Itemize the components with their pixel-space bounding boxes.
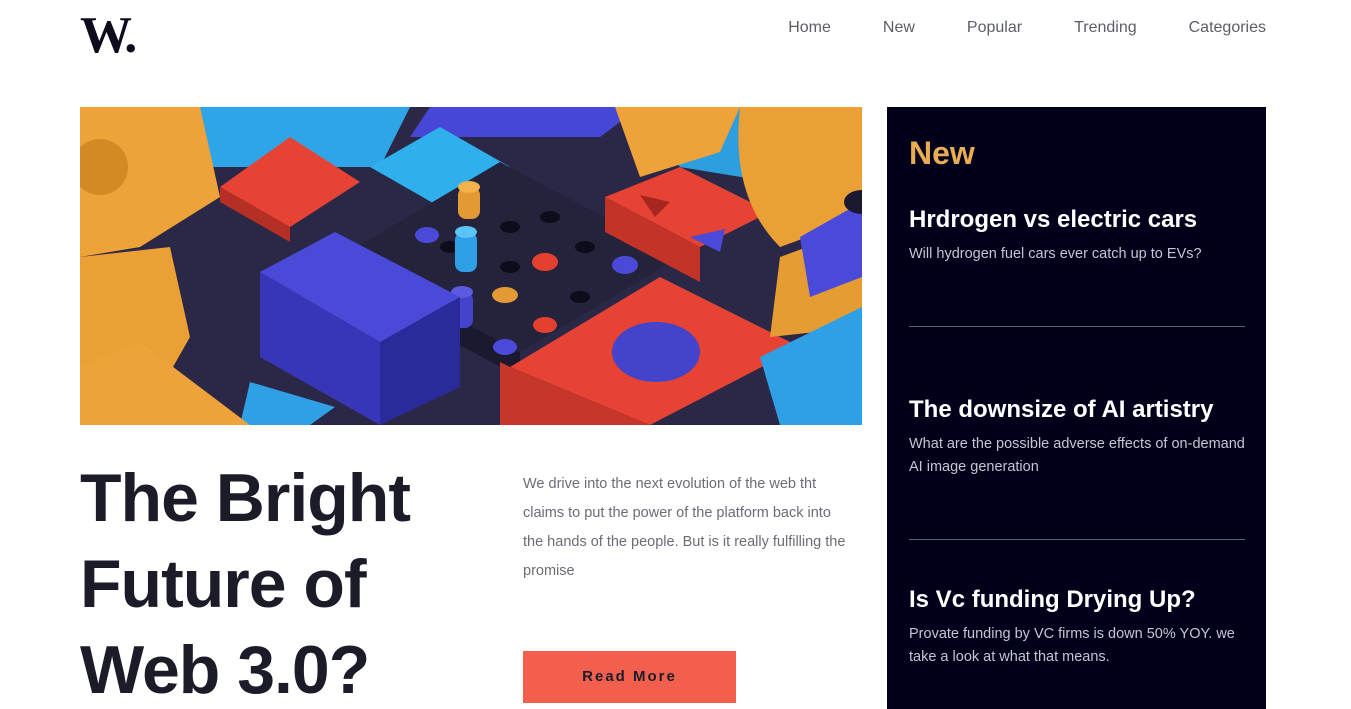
panel-title: New: [909, 135, 975, 171]
divider: [909, 326, 1245, 327]
article-title[interactable]: Is Vc funding Drying Up?: [909, 585, 1245, 615]
nav-home[interactable]: Home: [788, 18, 831, 38]
nav-categories[interactable]: Categories: [1189, 18, 1266, 38]
site-logo[interactable]: W.: [80, 8, 137, 64]
nav-popular[interactable]: Popular: [967, 18, 1022, 38]
article-summary: What are the possible adverse effects of…: [909, 436, 1245, 475]
list-item[interactable]: Hrdrogen vs electric cars Will hydrogen …: [909, 205, 1245, 327]
list-item[interactable]: The downsize of AI artistry What are the…: [909, 395, 1245, 540]
new-articles-panel: New Hrdrogen vs electric cars Will hydro…: [887, 107, 1266, 709]
list-item[interactable]: Is Vc funding Drying Up? Provate funding…: [909, 585, 1245, 669]
hero-blurb: We drive into the next evolution of the …: [523, 476, 846, 579]
read-more-button[interactable]: Read More: [523, 651, 736, 703]
divider: [909, 539, 1245, 540]
article-summary: Will hydrogen fuel cars ever catch up to…: [909, 246, 1202, 262]
main-nav: Home New Popular Trending Categories: [788, 18, 1266, 38]
hero-headline: The Bright Future of Web 3.0?: [80, 460, 411, 708]
article-title[interactable]: Hrdrogen vs electric cars: [909, 205, 1245, 235]
article-summary: Provate funding by VC firms is down 50% …: [909, 626, 1235, 665]
article-title[interactable]: The downsize of AI artistry: [909, 395, 1245, 425]
nav-trending[interactable]: Trending: [1074, 18, 1137, 38]
hero-image: [80, 107, 862, 425]
nav-new[interactable]: New: [883, 18, 915, 38]
